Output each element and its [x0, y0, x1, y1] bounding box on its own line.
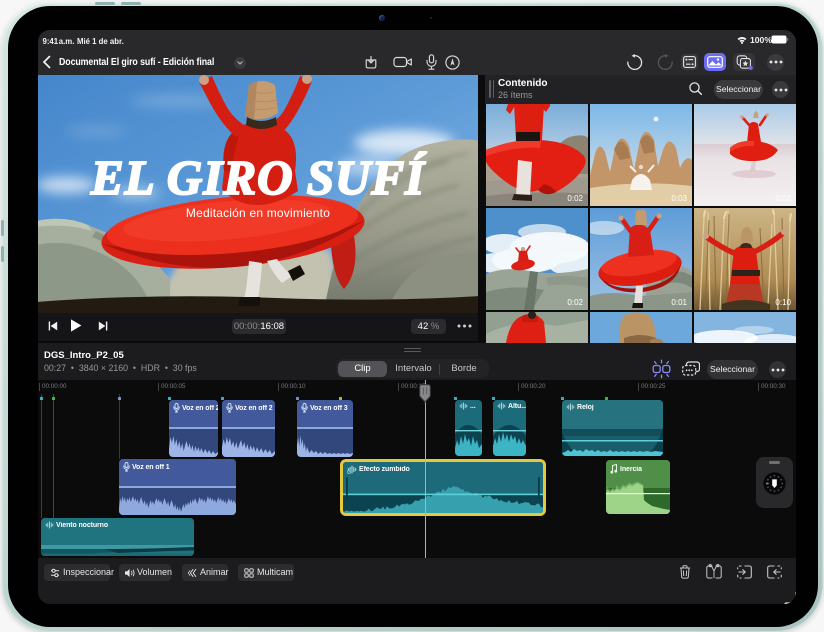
svg-text:0:01: 0:01 [671, 298, 687, 307]
svg-text:EL GIRO SUFÍ: EL GIRO SUFÍ [90, 150, 427, 205]
svg-text:0:03: 0:03 [671, 194, 687, 203]
svg-text:0:02: 0:02 [775, 194, 791, 203]
svg-text:Meditación en movimiento: Meditación en movimiento [186, 206, 330, 220]
svg-text:0:02: 0:02 [567, 194, 583, 203]
svg-text:0:10: 0:10 [775, 298, 791, 307]
svg-text:0:02: 0:02 [567, 298, 583, 307]
